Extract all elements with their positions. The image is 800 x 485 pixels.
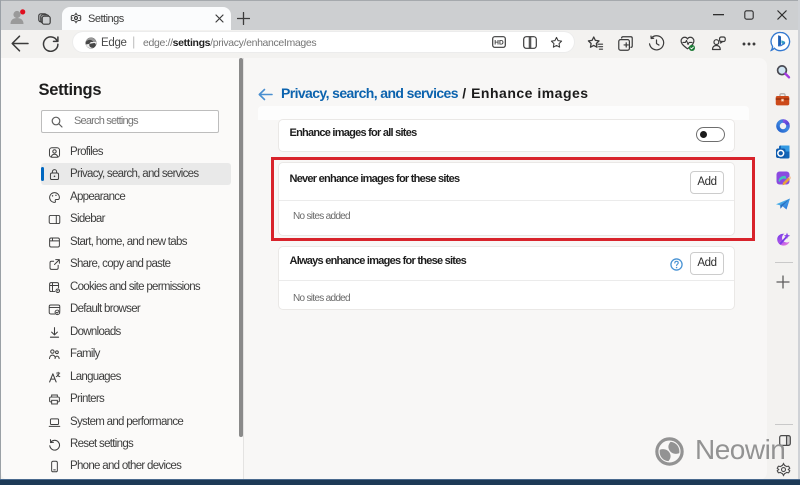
svg-text:HD: HD: [494, 40, 504, 47]
